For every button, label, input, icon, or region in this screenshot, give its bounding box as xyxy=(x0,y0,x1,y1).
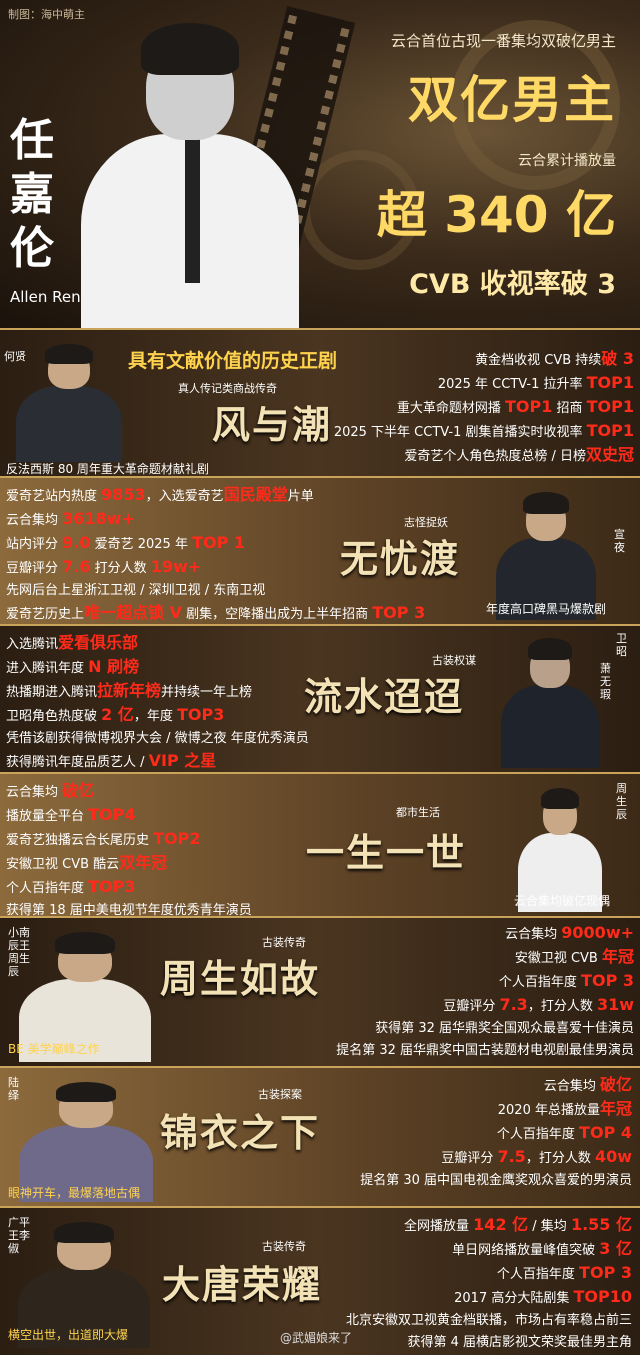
achievement-line: 获得腾讯年度品质艺人 / VIP 之星 xyxy=(6,751,217,770)
achievement-line: 爱奇艺历史上唯一超点锁 V 剧集，空降播出成为上半年招商 TOP 3 xyxy=(6,603,426,622)
achievement-line: 获得第 4 届横店影视文荣奖最佳男主角 xyxy=(407,1335,632,1350)
hero-subtitle-2: 云合累计播放量 xyxy=(518,153,616,169)
achievement-list: 云合集均 破亿 播放量全平台 TOP4 爱奇艺独播云合长尾历史 TOP2 安徽卫… xyxy=(6,780,252,916)
drama-title: 流水迢迢 xyxy=(304,674,465,719)
role-name-alt: 萧无瑕 xyxy=(600,662,611,701)
section-tagline: 具有文献价值的历史正剧 xyxy=(128,350,338,372)
achievement-line: 安徽卫视 CVB 年冠 xyxy=(514,947,634,966)
drama-section-jinyizhixia: 陆绎 眼神开车，最爆落地古偶 古装探案 锦衣之下 云合集均 破亿 2020 年总… xyxy=(0,1066,640,1206)
achievement-line: 播放量全平台 TOP4 xyxy=(6,805,136,824)
hero-headline-2: 超 340 亿 xyxy=(376,186,616,244)
drama-portrait xyxy=(6,1074,166,1202)
achievement-list: 黄金档收视 CVB 持续破 3 2025 年 CCTV-1 拉升率 TOP1 重… xyxy=(334,348,634,468)
achievement-list: 入选腾讯爱看俱乐部 进入腾讯年度 N 刷榜 热播期进入腾讯拉新年榜并持续一年上榜… xyxy=(6,632,309,772)
achievement-line: 进入腾讯年度 N 刷榜 xyxy=(6,657,140,676)
achievement-line: 豆瓣评分 7.3，打分人数 31w xyxy=(443,995,634,1014)
drama-caption: 眼神开车，最爆落地古偶 xyxy=(8,1186,141,1200)
achievement-line: 先网后台上星浙江卫视 / 深圳卫视 / 东南卫视 xyxy=(6,583,266,598)
achievement-line: 凭借该剧获得微博视界大会 / 微博之夜 年度优秀演员 xyxy=(6,731,309,746)
achievement-line: 2017 高分大陆剧集 TOP10 xyxy=(454,1287,632,1306)
drama-genre: 古装传奇 xyxy=(262,1240,306,1253)
hero-banner: 制图：海中萌主 任嘉伦 Allen Ren 云合首位古现一番集均双破亿男主 双亿… xyxy=(0,0,640,328)
drama-title: 锦衣之下 xyxy=(160,1110,321,1155)
drama-title: 周生如故 xyxy=(160,956,321,1001)
poster: { "hero": { "credit": "制图：海中萌主", "name_z… xyxy=(0,0,640,1355)
achievement-line: 云合集均 9000w+ xyxy=(505,923,634,942)
drama-title: 风与潮 xyxy=(212,402,333,447)
achievement-line: 豆瓣评分 7.5，打分人数 40w xyxy=(441,1147,632,1166)
drama-genre: 古装探案 xyxy=(258,1088,302,1101)
role-name: 何贤 xyxy=(4,350,26,363)
achievement-line: 云合集均 破亿 xyxy=(6,781,95,800)
hero-headline-3: CVB 收视率破 3 xyxy=(409,269,616,300)
drama-section-yishengyishi: 周生辰 云合集均破亿现偶 都市生活 一生一世 云合集均 破亿 播放量全平台 TO… xyxy=(0,772,640,916)
drama-title: 大唐荣耀 xyxy=(162,1262,323,1307)
achievement-line: 重大革命题材网播 TOP1 招商 TOP1 xyxy=(396,397,634,416)
achievement-line: 单日网络播放量峰值突破 3 亿 xyxy=(452,1239,632,1258)
drama-section-wuyoudu: 宣夜 年度高口碑黑马爆款剧 志怪捉妖 无忧渡 爱奇艺站内热度 9853，入选爱奇… xyxy=(0,476,640,624)
achievement-line: 爱奇艺个人角色热度总榜 / 日榜双史冠 xyxy=(404,445,634,464)
achievement-list: 云合集均 9000w+ 安徽卫视 CVB 年冠 个人百指年度 TOP 3 豆瓣评… xyxy=(336,922,634,1062)
role-name: 广平王李俶 xyxy=(8,1216,30,1255)
achievement-line: 北京安徽双卫视黄金档联播，市场占有率稳占前三 xyxy=(345,1313,632,1328)
achievement-line: 个人百指年度 TOP3 xyxy=(6,877,136,896)
drama-caption: 反法西斯 80 周年重大革命题材献礼剧 xyxy=(6,462,209,476)
drama-caption: 横空出世，出道即大爆 xyxy=(8,1328,129,1342)
role-name: 卫昭 xyxy=(616,632,627,658)
achievement-line: 站内评分 9.0 爱奇艺 2025 年 TOP 1 xyxy=(6,533,246,552)
achievement-line: 云合集均 破亿 xyxy=(543,1075,632,1094)
achievement-line: 爱奇艺独播云合长尾历史 TOP2 xyxy=(6,829,201,848)
achievement-line: 提名第 30 届中国电视金鹰奖观众喜爱的男演员 xyxy=(360,1173,632,1188)
role-name: 宣夜 xyxy=(614,528,625,554)
achievement-line: 安徽卫视 CVB 酷云双年冠 xyxy=(6,853,168,872)
achievement-line: 卫昭角色热度破 2 亿，年度 TOP3 xyxy=(6,705,225,724)
actor-name-en: Allen Ren xyxy=(10,288,81,306)
drama-caption: 年度高口碑黑马爆款剧 xyxy=(486,602,607,616)
actor-name-zh: 任嘉伦 xyxy=(10,115,54,274)
role-name: 周生辰 xyxy=(616,782,627,821)
drama-section-fengyuchao: 何贤 反法西斯 80 周年重大革命题材献礼剧 具有文献价值的历史正剧 真人传记类… xyxy=(0,328,640,476)
achievement-line: 全网播放量 142 亿 / 集均 1.55 亿 xyxy=(404,1215,632,1234)
role-name: 陆绎 xyxy=(8,1076,19,1102)
achievement-line: 豆瓣评分 7.6 打分人数 19w+ xyxy=(6,557,202,576)
drama-caption: 云合集均破亿现偶 xyxy=(514,894,611,908)
drama-section-zhoushengrugu: 小南辰王周生辰 BE 美学巅峰之作 古装传奇 周生如故 云合集均 9000w+ … xyxy=(0,916,640,1066)
achievement-line: 个人百指年度 TOP 4 xyxy=(496,1123,632,1142)
drama-caption: BE 美学巅峰之作 xyxy=(8,1042,100,1056)
achievement-line: 获得第 18 届中美电视节年度优秀青年演员 xyxy=(6,903,252,916)
drama-portrait xyxy=(492,630,608,768)
achievement-line: 2020 年总播放量年冠 xyxy=(497,1099,632,1118)
drama-genre: 都市生活 xyxy=(396,806,440,819)
achievement-line: 获得第 32 届华鼎奖全国观众最喜爱十佳演员 xyxy=(375,1021,634,1036)
achievement-list: 全网播放量 142 亿 / 集均 1.55 亿 单日网络播放量峰值突破 3 亿 … xyxy=(346,1214,632,1354)
achievement-line: 提名第 32 届华鼎奖中国古装题材电视剧最佳男演员 xyxy=(336,1043,634,1058)
achievement-list: 云合集均 破亿 2020 年总播放量年冠 个人百指年度 TOP 4 豆瓣评分 7… xyxy=(360,1074,632,1192)
achievement-line: 个人百指年度 TOP 3 xyxy=(496,1263,632,1282)
achievement-line: 2025 下半年 CCTV-1 剧集首播实时收视率 TOP1 xyxy=(333,421,634,440)
drama-section-liushui: 卫昭 萧无瑕 古装权谋 流水迢迢 入选腾讯爱看俱乐部 进入腾讯年度 N 刷榜 热… xyxy=(0,624,640,772)
achievement-line: 爱奇艺站内热度 9853，入选爱奇艺国民殿堂片单 xyxy=(6,485,314,504)
achievement-line: 黄金档收视 CVB 持续破 3 xyxy=(475,349,634,368)
hero-portrait xyxy=(60,4,320,328)
achievement-list: 爱奇艺站内热度 9853，入选爱奇艺国民殿堂片单 云合集均 3618w+ 站内评… xyxy=(6,484,425,624)
achievement-line: 个人百指年度 TOP 3 xyxy=(498,971,634,990)
watermark-handle: @武媚娘来了 xyxy=(280,1331,353,1345)
credit-text: 制图：海中萌主 xyxy=(8,8,85,21)
hero-subtitle-1: 云合首位古现一番集均双破亿男主 xyxy=(390,32,616,50)
achievement-line: 热播期进入腾讯拉新年榜并持续一年上榜 xyxy=(6,681,253,700)
role-name: 小南辰王周生辰 xyxy=(8,926,30,978)
hero-headline-1: 双亿男主 xyxy=(408,71,616,129)
drama-title: 一生一世 xyxy=(306,830,467,875)
achievement-line: 云合集均 3618w+ xyxy=(6,509,135,528)
achievement-line: 2025 年 CCTV-1 拉升率 TOP1 xyxy=(437,373,634,392)
achievement-line: 入选腾讯爱看俱乐部 xyxy=(6,633,139,652)
